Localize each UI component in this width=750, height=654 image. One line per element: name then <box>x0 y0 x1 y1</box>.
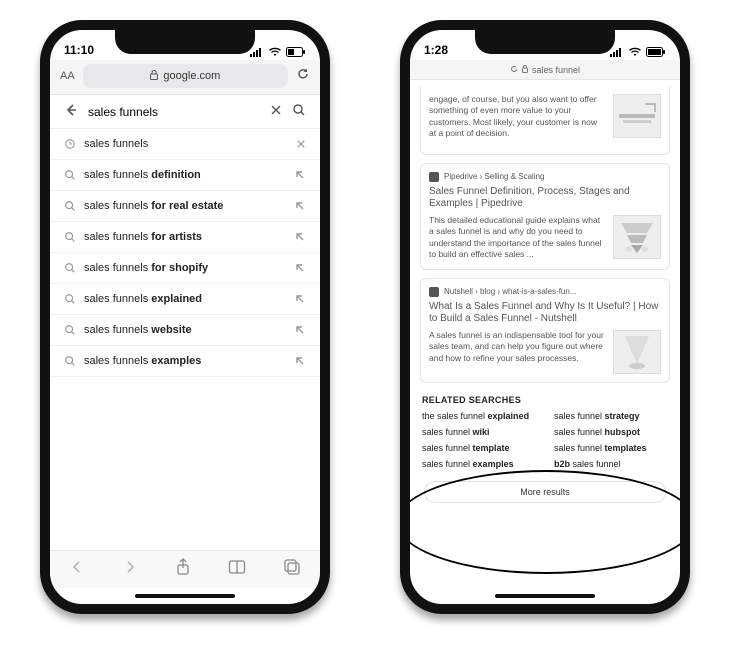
wifi-icon <box>268 47 282 57</box>
share-icon[interactable] <box>175 558 191 581</box>
suggestion-item[interactable]: sales funnels explained <box>50 284 320 315</box>
remove-icon[interactable] <box>296 139 306 149</box>
notch <box>115 30 255 54</box>
url-text: google.com <box>163 70 220 82</box>
search-icon <box>64 231 84 243</box>
status-time: 11:10 <box>64 43 94 57</box>
search-row <box>50 95 320 129</box>
result-thumbnail <box>613 215 661 259</box>
home-indicator <box>135 594 235 598</box>
insert-arrow-icon[interactable] <box>294 355 306 367</box>
insert-arrow-icon[interactable] <box>294 200 306 212</box>
result-source: Nutshell › blog › what-is-a-sales-fun... <box>429 287 661 297</box>
result-snippet: engage, of course, but you also want to … <box>429 94 605 140</box>
suggestion-item[interactable]: sales funnels examples <box>50 346 320 377</box>
suggestion-item[interactable]: sales funnels website <box>50 315 320 346</box>
suggestion-label: sales funnels <box>84 138 296 150</box>
result-thumbnail <box>613 94 661 138</box>
battery-icon <box>286 47 306 57</box>
result-card[interactable]: Nutshell › blog › what-is-a-sales-fun...… <box>420 278 670 383</box>
result-title: Sales Funnel Definition, Process, Stages… <box>429 186 661 211</box>
battery-icon <box>646 47 666 57</box>
search-icon <box>64 262 84 274</box>
signal-icon <box>250 47 264 57</box>
tabs-icon[interactable] <box>283 558 301 581</box>
related-search-item[interactable]: sales funnel strategy <box>554 411 668 421</box>
safari-toolbar <box>50 550 320 588</box>
favicon <box>429 287 439 297</box>
related-search-item[interactable]: the sales funnel explained <box>422 411 536 421</box>
related-search-item[interactable]: sales funnel wiki <box>422 427 536 437</box>
phone-left: 11:10 AA google.com <box>40 20 330 614</box>
insert-arrow-icon[interactable] <box>294 293 306 305</box>
signal-icon <box>610 47 624 57</box>
result-snippet: This detailed educational guide explains… <box>429 215 605 261</box>
insert-arrow-icon[interactable] <box>294 324 306 336</box>
address-bar: AA google.com <box>50 60 320 95</box>
phone-right: 1:28 sales funnel engage, of course, but… <box>400 20 690 614</box>
lock-icon <box>150 70 158 83</box>
favicon <box>429 172 439 182</box>
result-card[interactable]: Pipedrive › Selling & Scaling Sales Funne… <box>420 163 670 270</box>
suggestion-label: sales funnels for artists <box>84 231 294 243</box>
search-icon <box>64 324 84 336</box>
suggestion-label: sales funnels website <box>84 324 294 336</box>
search-input[interactable] <box>88 105 260 119</box>
back-arrow-icon[interactable] <box>64 103 78 120</box>
result-thumbnail <box>613 330 661 374</box>
results-pane: engage, of course, but you also want to … <box>410 80 680 604</box>
reload-icon[interactable] <box>296 67 310 86</box>
related-heading: RELATED SEARCHES <box>422 395 668 405</box>
suggestion-item[interactable]: sales funnels for artists <box>50 222 320 253</box>
suggestion-label: sales funnels for shopify <box>84 262 294 274</box>
nav-forward-icon[interactable] <box>122 559 138 580</box>
suggestion-label: sales funnels for real estate <box>84 200 294 212</box>
result-source: Pipedrive › Selling & Scaling <box>429 172 661 182</box>
wifi-icon <box>628 47 642 57</box>
clock-icon <box>64 138 84 150</box>
search-icon <box>64 355 84 367</box>
suggestion-item[interactable]: sales funnels definition <box>50 160 320 191</box>
suggestion-item[interactable]: sales funnels for real estate <box>50 191 320 222</box>
search-icon <box>64 169 84 181</box>
lock-icon <box>522 65 528 75</box>
search-icon <box>64 293 84 305</box>
bookmarks-icon[interactable] <box>228 559 246 580</box>
clear-icon[interactable] <box>270 104 282 119</box>
search-icon <box>64 200 84 212</box>
suggestion-label: sales funnels examples <box>84 355 294 367</box>
more-results-button[interactable]: More results <box>424 481 666 503</box>
related-search-item[interactable]: sales funnel hubspot <box>554 427 668 437</box>
status-time: 1:28 <box>424 43 448 57</box>
suggestion-label: sales funnels definition <box>84 169 294 181</box>
url-text: sales funnel <box>532 65 580 75</box>
result-snippet: A sales funnel is an indispensable tool … <box>429 330 605 374</box>
notch <box>475 30 615 54</box>
suggestion-label: sales funnels explained <box>84 293 294 305</box>
related-search-item[interactable]: sales funnel template <box>422 443 536 453</box>
insert-arrow-icon[interactable] <box>294 169 306 181</box>
insert-arrow-icon[interactable] <box>294 262 306 274</box>
search-icon[interactable] <box>292 103 306 120</box>
related-search-item[interactable]: sales funnel templates <box>554 443 668 453</box>
suggestion-item[interactable]: sales funnels <box>50 129 320 160</box>
related-search-item[interactable]: b2b sales funnel <box>554 459 668 469</box>
suggestion-item[interactable]: sales funnels for shopify <box>50 253 320 284</box>
home-indicator <box>495 594 595 598</box>
result-title: What Is a Sales Funnel and Why Is It Use… <box>429 301 661 326</box>
insert-arrow-icon[interactable] <box>294 231 306 243</box>
address-bar[interactable]: sales funnel <box>410 60 680 80</box>
result-card-partial[interactable]: engage, of course, but you also want to … <box>420 86 670 155</box>
url-pill[interactable]: google.com <box>83 64 288 88</box>
text-size-button[interactable]: AA <box>60 70 75 82</box>
related-searches: RELATED SEARCHES the sales funnel explai… <box>420 391 670 471</box>
nav-back-icon[interactable] <box>69 559 85 580</box>
related-search-item[interactable]: sales funnel examples <box>422 459 536 469</box>
suggestion-list: sales funnels sales funnels definition sal… <box>50 129 320 377</box>
refresh-small-icon <box>510 65 518 75</box>
